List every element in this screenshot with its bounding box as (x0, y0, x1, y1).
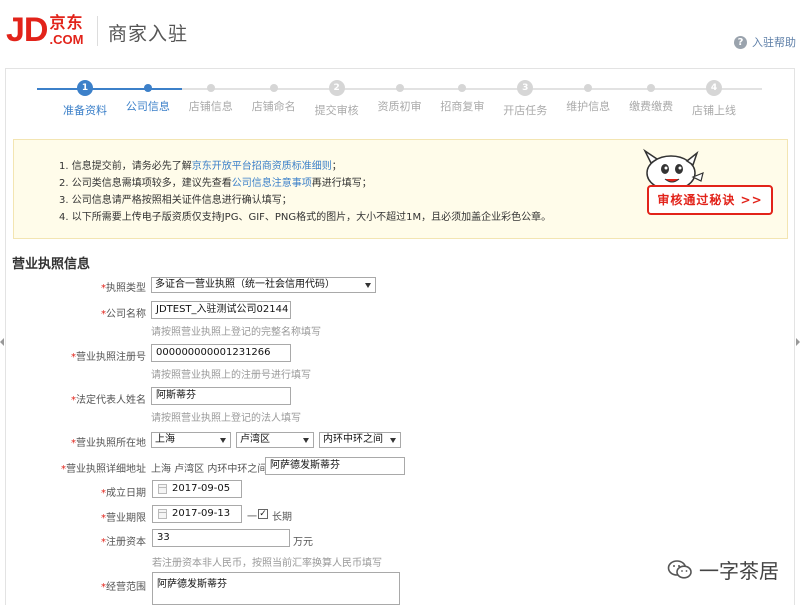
scroll-right-arrow-icon[interactable] (796, 338, 800, 346)
capital-input[interactable]: 33 (152, 529, 290, 547)
step-node (206, 84, 215, 92)
step-node (647, 84, 656, 92)
field-label: *营业执照详细地址 (61, 460, 146, 475)
select-value: 内环中环之间 (323, 434, 383, 445)
term-separator: 一 (247, 512, 257, 523)
field-hint: 若注册资本非人民币，按照当前汇率换算人民币填写 (152, 558, 382, 569)
label-text: 公司名称 (106, 309, 146, 320)
logo-jd-text: JD (6, 11, 48, 49)
step-11: 4 店铺上线 (674, 80, 754, 118)
label-text: 注册资本 (106, 537, 146, 548)
question-circle-icon: ? (734, 35, 747, 49)
calendar-icon (158, 484, 167, 494)
dropdown-arrow-icon (365, 283, 371, 288)
capital-unit: 万元 (293, 537, 313, 548)
standards-link[interactable]: 京东开放平台招商资质标准细则 (192, 161, 332, 172)
header-divider (97, 16, 98, 46)
select-value: 多证合一营业执照（统一社会信用代码） (155, 279, 335, 290)
notice-box: 1. 信息提交前，请务必先了解京东开放平台招商资质标准细则； 2. 公司类信息需… (13, 139, 788, 239)
long-term-label: 长期 (272, 512, 292, 523)
notice-text: 1. 信息提交前，请务必先了解 (59, 161, 192, 172)
field-label: *成立日期 (101, 484, 146, 499)
field-hint: 请按照营业执照上登记的完整名称填写 (151, 327, 321, 338)
legal-rep-input[interactable]: 阿斯蒂芬 (151, 387, 291, 405)
scroll-left-arrow-icon[interactable] (0, 338, 4, 346)
logo-com-text: .COM (49, 31, 84, 47)
company-name-input[interactable]: JDTEST_入驻测试公司02144 (151, 301, 291, 319)
field-label: *经营范围 (101, 578, 146, 593)
date-value: 2017-09-13 (172, 508, 231, 519)
notice-text: ； (331, 161, 342, 172)
area-select[interactable]: 内环中环之间 (319, 432, 401, 448)
logo-cn-text: 京东 (49, 12, 84, 32)
address-prefix: 上海 卢湾区 内环中环之间 (151, 464, 268, 475)
step-label: 店铺上线 (692, 104, 736, 117)
page-title: 商家入驻 (108, 23, 189, 45)
notice-item: 3. 公司信息请严格按照相关证件信息进行确认填写； (59, 195, 292, 206)
page-header: JD 京东 .COM 商家入驻 ? 入驻帮助 (0, 0, 800, 64)
calendar-icon (158, 509, 167, 519)
field-label: *营业期限 (101, 509, 146, 524)
company-notes-link[interactable]: 公司信息注意事项 (232, 178, 312, 189)
field-label: *公司名称 (101, 305, 146, 320)
help-link[interactable]: ? 入驻帮助 (734, 34, 796, 50)
long-term-checkbox[interactable]: ✓ (258, 509, 268, 519)
field-label: *营业执照注册号 (71, 348, 146, 363)
reg-number-input[interactable]: 000000000001231266 (151, 344, 291, 362)
notice-list: 1. 信息提交前，请务必先了解京东开放平台招商资质标准细则； 2. 公司类信息需… (59, 158, 551, 226)
district-select[interactable]: 卢湾区 (236, 432, 314, 448)
watermark: 一字茶居 (667, 555, 779, 584)
notice-item: 1. 信息提交前，请务必先了解京东开放平台招商资质标准细则； (59, 158, 551, 175)
term-start-date-input[interactable]: 2017-09-13 (152, 505, 242, 523)
dropdown-arrow-icon (303, 438, 309, 443)
watermark-text: 一字茶居 (699, 559, 779, 583)
notice-text: 2. 公司类信息需填项较多，建议先查看 (59, 178, 232, 189)
license-type-select[interactable]: 多证合一营业执照（统一社会信用代码） (151, 277, 376, 293)
founded-date-input[interactable]: 2017-09-05 (152, 480, 242, 498)
dropdown-arrow-icon (390, 438, 396, 443)
wechat-icon (667, 559, 692, 579)
help-label: 入驻帮助 (752, 36, 796, 49)
field-hint: 请按照营业执照上登记的法人填写 (151, 413, 301, 424)
step-node: 3 (517, 80, 534, 96)
business-scope-textarea[interactable]: 阿萨德发斯蒂芬 (152, 572, 400, 605)
label-text: 营业执照所在地 (76, 438, 146, 449)
step-node (458, 84, 467, 92)
label-text: 经营范围 (106, 582, 146, 593)
approval-tips-button[interactable]: 审核通过秘诀 >> (647, 185, 773, 215)
field-hint: 请按照营业执照上的注册号进行填写 (151, 370, 311, 381)
label-text: 执照类型 (106, 283, 146, 294)
label-text: 成立日期 (106, 488, 146, 499)
progress-steps: 1 准备资料 公司信息 店铺信息 店铺命名 2 提交审核 资质初审 招商复审 3 开店任务 维护信息缴… (37, 80, 762, 120)
step-node: 4 (706, 80, 722, 96)
label-text: 营业期限 (106, 513, 146, 524)
label-text: 法定代表人姓名 (76, 395, 146, 406)
notice-text: 再进行填写； (311, 178, 372, 189)
step-node (395, 84, 404, 92)
select-value: 上海 (155, 434, 175, 445)
field-label: *法定代表人姓名 (71, 391, 146, 406)
field-label: *营业执照所在地 (71, 434, 146, 449)
logo-right: 京东 .COM (49, 12, 84, 47)
label-text: 营业执照注册号 (76, 352, 146, 363)
field-label: *执照类型 (101, 279, 146, 294)
step-node: 1 (77, 80, 93, 96)
step-node (143, 84, 152, 92)
date-value: 2017-09-05 (172, 483, 231, 494)
step-node (269, 84, 278, 92)
jd-logo[interactable]: JD 京东 .COM (6, 12, 83, 48)
notice-item: 2. 公司类信息需填项较多，建议先查看公司信息注意事项再进行填写； (59, 175, 551, 192)
field-label: *注册资本 (101, 533, 146, 548)
dropdown-arrow-icon (220, 438, 226, 443)
step-node (584, 84, 593, 92)
select-value: 卢湾区 (240, 434, 270, 445)
province-select[interactable]: 上海 (151, 432, 231, 448)
step-node: 2 (328, 80, 345, 96)
section-title: 营业执照信息 (12, 257, 91, 272)
label-text: 营业执照详细地址 (66, 464, 146, 475)
notice-item: 4. 以下所需要上传电子版资质仅支持JPG、GIF、PNG格式的图片，大小不超过… (59, 212, 552, 223)
address-input[interactable]: 阿萨德发斯蒂芬 (265, 457, 405, 475)
